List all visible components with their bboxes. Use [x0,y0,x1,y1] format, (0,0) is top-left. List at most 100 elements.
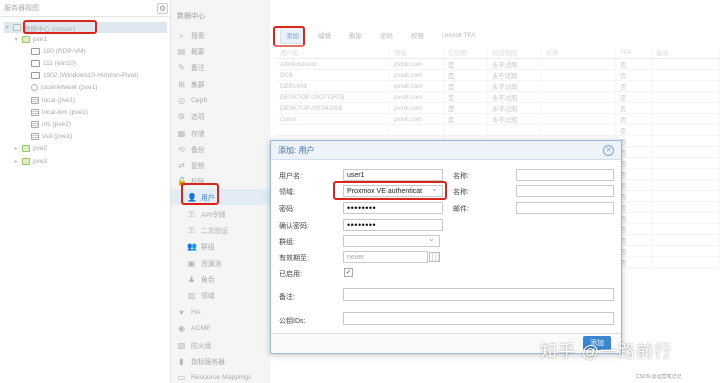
nav-item-label: 群组 [201,244,215,251]
nav-item-label: 存储 [191,131,205,138]
tree-node[interactable]: local-lvm (pve1) [22,107,88,118]
node-icon [22,158,30,165]
nav-item-label: 复制 [191,163,205,170]
nav-item[interactable]: ▧ 防火墙 [171,337,270,353]
nav-item[interactable]: ◎ Ceph [171,92,270,108]
tree-node[interactable]: nfs (pve1) [22,119,71,130]
dialog-title: 添加: 用户 [271,141,621,160]
tree-node[interactable]: ▸ pve2 [13,143,47,154]
username-input[interactable]: user1 [343,169,443,181]
tree-node-label: 100 (RDP-VM) [43,48,86,55]
tree-node[interactable]: localnetwork (pve1) [22,82,97,93]
vm-icon [31,60,40,67]
nav-item[interactable]: ⚙ 选项 [171,108,270,124]
tree-node[interactable]: 100 (RDP-VM) [22,46,86,57]
nav-item[interactable]: ⟲ 备份 [171,141,270,157]
storage-icon [31,133,39,140]
view-selector[interactable]: 服务器视图 ⚙ [0,0,170,17]
nav-item-icon: ♥ [179,307,184,317]
nav-item[interactable]: ⚿ 二次验证 [171,222,270,238]
tree-node-label: pve2 [33,145,48,152]
confirm-password-input[interactable]: •••••••• [343,219,443,231]
enabled-label: 已启用: [279,271,302,278]
last-name-input[interactable] [516,185,614,197]
nav-item-icon: ▧ [177,340,186,350]
password-input[interactable]: •••••••• [343,202,443,214]
email-input[interactable] [516,202,614,214]
nav-item[interactable]: ⌕ 搜索 [171,27,270,43]
nav-item[interactable]: ✎ 备注 [171,59,270,75]
toolbar: 添加 编辑 删除 密码 权限 Unlock TFA [270,25,720,45]
nav-item-icon: ♟ [187,274,196,284]
comment-label: 备注: [279,294,295,301]
storage-icon [31,97,39,104]
nav-item[interactable]: ◉ ACME [171,320,270,336]
calendar-icon[interactable] [429,252,440,262]
nav-item[interactable]: ⇄ 复制 [171,157,270,173]
expand-toggle-icon[interactable]: ▾ [4,24,10,31]
close-icon[interactable]: ✕ [603,145,614,156]
nav-item[interactable]: ♥ HA [171,304,270,320]
highlight-box-add [273,26,305,47]
tree-node[interactable]: local (pve1) [22,95,76,106]
tree-node-label: local (pve1) [42,97,76,104]
unlock-tfa-button[interactable]: Unlock TFA [437,29,480,42]
tree-node[interactable]: ssd (pve1) [22,131,72,142]
datacenter-icon [13,24,21,31]
expire-input[interactable]: never [343,251,428,263]
nav-item[interactable]: ♟ 角色 [171,271,270,287]
password-label: 密码: [279,206,295,213]
expand-toggle-icon[interactable]: ▸ [13,145,19,152]
highlight-box-datacenter [23,20,97,34]
username-label: 用户名: [279,173,302,180]
storage-icon [31,109,39,116]
nav-item[interactable]: ▣ 资源池 [171,255,270,271]
vm-icon [31,48,40,55]
nav-item[interactable]: ▦ 存储 [171,125,270,141]
permission-button[interactable]: 权限 [406,27,429,43]
tree-node[interactable]: 111 (win10) [22,58,76,69]
tree-node-label: nfs (pve1) [42,121,71,128]
tree-node-label: 1902 (Windows10-Horizon-Pivot) [43,72,139,79]
tree-node-label: 111 (win10) [43,60,76,67]
nav-item[interactable]: ▤ 概要 [171,43,270,59]
group-select[interactable] [343,234,440,247]
nav-item[interactable]: 👥 群组 [171,238,270,254]
password-button[interactable]: 密码 [375,27,398,43]
nav-item-label: 集群 [191,82,205,89]
nav-item-label: API令牌 [201,212,226,219]
node-icon [22,145,30,152]
first-name-input[interactable] [516,169,614,181]
key-ids-input[interactable] [343,312,614,325]
nav-item-icon: ⟲ [178,144,185,154]
tree-node[interactable]: ▾ pve1 [13,34,47,45]
nav-item[interactable]: ⊞ 集群 [171,76,270,92]
enabled-checkbox[interactable]: ✓ [344,268,353,277]
nav-item-icon: 👥 [187,241,197,251]
nav-item-icon: ⌕ [179,30,184,40]
nav-item-label: Resource Mappings [191,373,252,381]
nav-title: 数据中心 [177,13,205,20]
first-name-label: 名称: [453,173,469,180]
tree-node-label: localnetwork (pve1) [41,84,98,91]
realm-label: 领域: [279,189,295,196]
comment-input[interactable] [343,288,614,301]
nav-item-icon: ⚿ [188,209,195,219]
nav-item-label: 选项 [191,114,205,121]
expand-toggle-icon[interactable]: ▾ [13,36,19,43]
nav-item[interactable]: ▮ 指标服务器 [171,353,270,369]
gear-icon[interactable]: ⚙ [157,3,168,14]
tree-node[interactable]: 1902 (Windows10-Horizon-Pivot) [22,70,138,81]
remove-button[interactable]: 删除 [344,27,367,43]
add-user-dialog: 添加: 用户 ✕ 用户名: user1 领域: Proxmox VE authe… [270,140,622,354]
expand-toggle-icon[interactable]: ▸ [13,158,19,165]
tree-node-label: pve3 [33,158,48,165]
nav-item-label: 指标服务器 [191,359,225,366]
nav-item[interactable]: ▥ 领域 [171,287,270,303]
tree-node[interactable]: ▸ pve3 [13,156,47,167]
nav-item[interactable]: ▭ Resource Mappings [171,369,270,383]
nav-item[interactable]: ⚿ API令牌 [171,206,270,222]
last-name-label: 名称: [453,189,469,196]
nav-item-label: 备份 [191,147,205,154]
edit-button[interactable]: 编辑 [313,27,336,43]
